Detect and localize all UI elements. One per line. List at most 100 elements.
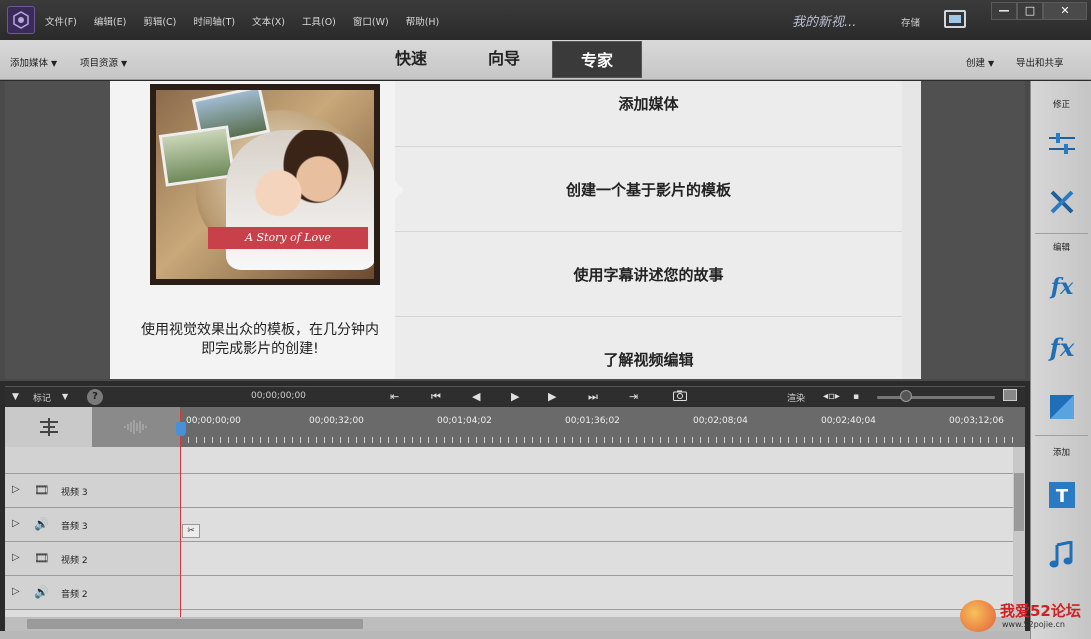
ruler-label: 00;00;00;00	[186, 416, 241, 426]
track-body-audio2[interactable]	[180, 576, 1013, 610]
option-titles-story[interactable]: 使用字幕讲述您的故事	[395, 232, 902, 317]
template-thumbnail[interactable]: A Story of Love	[150, 84, 380, 285]
track-body-audio3[interactable]	[180, 508, 1013, 542]
camera-icon[interactable]	[673, 390, 687, 405]
chevron-down-icon: ▼	[51, 59, 58, 68]
option-create-template[interactable]: 创建一个基于影片的模板	[395, 147, 902, 232]
help-icon[interactable]: ?	[87, 389, 103, 405]
zoom-out-icon[interactable]: ▪	[853, 390, 859, 404]
sliders-icon[interactable]	[1046, 128, 1078, 160]
scissors-icon[interactable]: ✂	[182, 524, 200, 538]
option-add-media[interactable]: 添加媒体	[395, 81, 902, 147]
fx-edit-icon[interactable]: fx	[1046, 271, 1078, 303]
current-timecode[interactable]: 00;00;00;00	[251, 391, 306, 401]
zoom-fit-icon[interactable]: ◂▫▸	[823, 390, 840, 404]
ruler-ticks	[180, 437, 1014, 443]
mini-photo	[158, 125, 236, 187]
track-header-empty	[5, 447, 180, 474]
ruler-label: 00;01;36;02	[565, 416, 620, 426]
menu-chevron-icon[interactable]: ▼	[12, 390, 19, 404]
track-layout-icon[interactable]	[5, 407, 92, 447]
tab-expert[interactable]: 专家	[552, 41, 642, 78]
playhead-line[interactable]	[180, 410, 181, 617]
track-name: 视频 3	[61, 488, 88, 498]
expand-icon[interactable]: ▷	[12, 586, 20, 597]
option-learn-editing[interactable]: 了解视频编辑	[395, 317, 902, 379]
render-button[interactable]: 渲染	[787, 391, 805, 404]
add-media-dropdown[interactable]: 添加媒体 ▼	[10, 55, 57, 69]
skip-forward-icon[interactable]: ⏭	[588, 390, 598, 404]
expand-icon[interactable]: ▷	[12, 484, 20, 495]
menu-text[interactable]: 文本(X)	[252, 14, 285, 30]
ruler-label: 00;02;40;04	[821, 416, 876, 426]
template-caption: 使用视觉效果出众的模板，在几分钟内即完成影片的创建!	[141, 322, 379, 357]
track-body-video2[interactable]	[180, 542, 1013, 576]
horizontal-scrollbar[interactable]	[5, 617, 1025, 631]
ruler-label: 00;01;04;02	[437, 416, 492, 426]
maximize-button[interactable]: □	[1017, 2, 1043, 20]
project-title[interactable]: 我的新视...	[792, 11, 856, 30]
export-share-button[interactable]: 导出和共享	[1016, 55, 1064, 69]
menu-clip[interactable]: 剪辑(C)	[143, 14, 176, 30]
time-ruler[interactable]: 00;00;00;00 00;00;32;00 00;01;04;02 00;0…	[180, 407, 1014, 447]
close-button[interactable]: ✕	[1043, 2, 1087, 20]
play-icon[interactable]: ▶	[511, 390, 519, 404]
vertical-scroll-thumb[interactable]	[1014, 473, 1024, 531]
menu-tools[interactable]: 工具(O)	[302, 14, 336, 30]
project-assets-dropdown[interactable]: 项目资源 ▼	[80, 55, 127, 69]
tools-icon[interactable]	[1046, 186, 1078, 218]
music-icon[interactable]	[1046, 539, 1078, 571]
track-view-controls	[5, 407, 180, 447]
fx-icon[interactable]: fx	[1046, 331, 1078, 363]
zoom-slider[interactable]	[877, 396, 995, 399]
getting-started-card: A Story of Love 使用视觉效果出众的模板，在几分钟内即完成影片的创…	[110, 81, 921, 379]
tools-panel: 修正 编辑 fx fx 添加 T	[1030, 81, 1091, 639]
options-list: 添加媒体 创建一个基于影片的模板 使用字幕讲述您的故事 了解视频编辑	[395, 81, 902, 379]
zoom-in-icon[interactable]	[1003, 389, 1017, 405]
ruler-label: 00;03;12;06	[949, 416, 1004, 426]
title-text-icon[interactable]: T	[1046, 479, 1078, 511]
timeline-tracks: ▷ 🎞 视频 3 ▷ 🔊 音频 3 ▷ 🎞 视频 2 ▷ 🔊 音频 2	[5, 447, 1025, 617]
expand-icon[interactable]: ▷	[12, 518, 20, 529]
divider	[1035, 233, 1088, 234]
create-label: 创建	[966, 58, 986, 69]
horizontal-scroll-thumb[interactable]	[27, 619, 363, 629]
playhead-handle[interactable]	[176, 422, 186, 436]
track-name: 视频 2	[61, 556, 88, 566]
menu-edit[interactable]: 编辑(E)	[94, 14, 126, 30]
ruler-label: 00;00;32;00	[309, 416, 364, 426]
tab-guided[interactable]: 向导	[459, 40, 549, 78]
goto-in-icon[interactable]: ⇤	[390, 390, 399, 404]
zoom-slider-handle[interactable]	[900, 390, 912, 402]
chevron-down-icon[interactable]: ▼	[62, 390, 68, 404]
step-forward-icon[interactable]: ▶	[548, 390, 556, 404]
menu-bar: 文件(F) 编辑(E) 剪辑(C) 时间轴(T) 文本(X) 工具(O) 窗口(…	[45, 14, 456, 30]
menu-timeline[interactable]: 时间轴(T)	[193, 14, 235, 30]
menu-window[interactable]: 窗口(W)	[353, 14, 389, 30]
audio-waveform-icon[interactable]	[92, 407, 180, 447]
marker-dropdown[interactable]: 标记	[33, 391, 51, 404]
save-button[interactable]: 存储	[901, 15, 920, 29]
transition-icon[interactable]	[1046, 391, 1078, 423]
minimize-button[interactable]: —	[991, 2, 1017, 20]
create-dropdown[interactable]: 创建 ▼	[966, 55, 994, 69]
watermark-logo-icon	[960, 600, 996, 632]
step-back-icon[interactable]: ◀	[472, 390, 480, 404]
site-watermark: 我爱52论坛 www.52pojie.cn	[956, 596, 1088, 636]
timeline-toolbar: ▼ 标记 ▼ ? 00;00;00;00 ⇤ ⏮ ◀ ▶ ▶ ⏭ ⇥ 渲染 ◂▫…	[5, 386, 1025, 406]
full-screen-icon[interactable]	[944, 10, 966, 28]
title-bar: 文件(F) 编辑(E) 剪辑(C) 时间轴(T) 文本(X) 工具(O) 窗口(…	[0, 0, 1091, 40]
project-assets-label: 项目资源	[80, 58, 119, 69]
section-add-label: 添加	[1052, 448, 1070, 458]
tab-quick[interactable]: 快速	[366, 40, 456, 78]
speaker-icon: 🔊	[34, 517, 49, 531]
menu-help[interactable]: 帮助(H)	[406, 14, 440, 30]
expand-icon[interactable]: ▷	[12, 552, 20, 563]
skip-back-icon[interactable]: ⏮	[431, 390, 441, 404]
mode-bar: 添加媒体 ▼ 项目资源 ▼ 快速 向导 专家 创建 ▼ 导出和共享	[0, 40, 1091, 80]
goto-out-icon[interactable]: ⇥	[629, 390, 638, 404]
chevron-down-icon: ▼	[988, 59, 995, 68]
track-body-empty[interactable]	[180, 447, 1013, 474]
track-body-video3[interactable]	[180, 474, 1013, 508]
menu-file[interactable]: 文件(F)	[45, 14, 77, 30]
